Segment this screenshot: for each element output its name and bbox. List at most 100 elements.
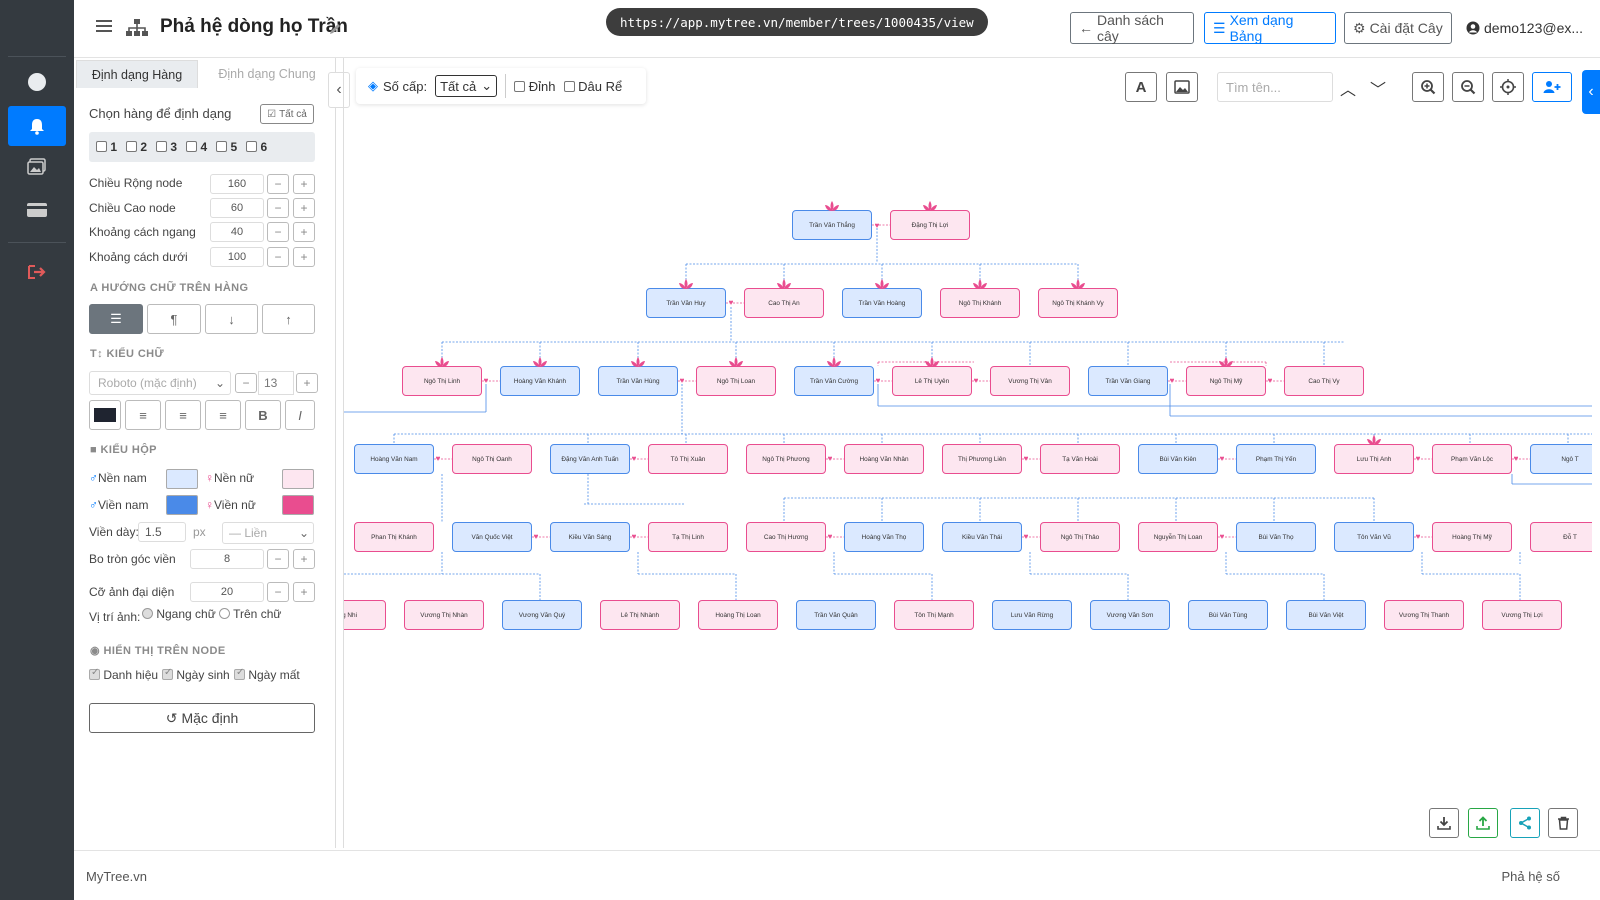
tree-node[interactable]: Đặng Thị Lợi: [890, 210, 970, 240]
tree-node[interactable]: Tạ Văn Hoài: [1040, 444, 1120, 474]
radius-plus[interactable]: +: [293, 549, 315, 569]
tree-node[interactable]: Ngô T: [1530, 444, 1592, 474]
show-title-checkbox[interactable]: Danh hiệu: [89, 667, 158, 682]
bold-button[interactable]: B: [245, 400, 281, 430]
tree-node[interactable]: Cao Thị Hương: [746, 522, 826, 552]
row-checkbox-6[interactable]: 6: [246, 140, 267, 154]
tree-node[interactable]: Bùi Văn Kiên: [1138, 444, 1218, 474]
v-gap-input[interactable]: 100: [210, 247, 264, 267]
tree-node[interactable]: Ngô Thị Linh: [402, 366, 482, 396]
image-position-above-radio[interactable]: Trên chữ: [219, 607, 281, 621]
credit-card-icon[interactable]: [8, 190, 66, 230]
avatar-size-minus[interactable]: −: [267, 582, 289, 602]
tree-node[interactable]: Tạ Thị Linh: [648, 522, 728, 552]
tree-node[interactable]: Hoàng Thị Mỹ: [1432, 522, 1512, 552]
arrow-down-button[interactable]: ↓: [205, 304, 258, 334]
italic-button[interactable]: I: [285, 400, 315, 430]
levels-select[interactable]: Tất cả ⌄: [435, 75, 498, 97]
images-icon[interactable]: [8, 146, 66, 186]
image-position-inline-radio[interactable]: Ngang chữ: [142, 607, 216, 621]
align-right-button[interactable]: ≡: [205, 400, 241, 430]
tree-node[interactable]: Phan Thị Khánh: [354, 522, 434, 552]
tree-node[interactable]: Bùi Văn Tùng: [1188, 600, 1268, 630]
tree-node[interactable]: Phạm Thị Yến: [1236, 444, 1316, 474]
zoom-out-icon[interactable]: [1452, 72, 1484, 102]
tree-node[interactable]: ộng Nhi: [344, 600, 386, 630]
node-height-plus[interactable]: +: [293, 198, 315, 218]
tree-node[interactable]: Văn Quốc Việt: [452, 522, 532, 552]
chevron-up-icon[interactable]: ︿: [1340, 76, 1356, 100]
tree-settings-button[interactable]: ⚙ Cài đặt Cây: [1344, 12, 1452, 44]
node-width-minus[interactable]: −: [267, 174, 289, 194]
show-death-checkbox[interactable]: Ngày mất: [234, 667, 300, 682]
avatar-size-plus[interactable]: +: [293, 582, 315, 602]
in-law-checkbox[interactable]: Dâu Rể: [563, 79, 622, 94]
tree-node[interactable]: Nguyễn Thị Loan: [1138, 522, 1218, 552]
node-height-minus[interactable]: −: [267, 198, 289, 218]
select-all-button[interactable]: ☑ Tất cả: [260, 104, 314, 124]
row-checkbox-2[interactable]: 2: [126, 140, 147, 154]
bell-icon[interactable]: [8, 106, 66, 146]
female-border-swatch[interactable]: [282, 495, 314, 515]
tab-general-format[interactable]: Định dạng Chung: [200, 60, 334, 88]
font-size-input[interactable]: 13: [258, 371, 294, 395]
tree-node[interactable]: Kiều Văn Thái: [942, 522, 1022, 552]
tree-node[interactable]: Vương Văn Quý: [502, 600, 582, 630]
tree-list-button[interactable]: ← Danh sách cây: [1070, 12, 1194, 44]
hamburger-icon[interactable]: [96, 19, 112, 38]
tree-node[interactable]: Vương Thị Vân: [990, 366, 1070, 396]
tree-node[interactable]: Trần Văn Giang: [1088, 366, 1168, 396]
row-checkbox-3[interactable]: 3: [156, 140, 177, 154]
border-width-input[interactable]: 1.5: [138, 522, 186, 542]
tree-node[interactable]: Trần Văn Quân: [796, 600, 876, 630]
tree-node[interactable]: Cao Thị An: [744, 288, 824, 318]
share-icon[interactable]: [1510, 808, 1540, 838]
font-size-plus[interactable]: +: [296, 373, 318, 393]
tree-node[interactable]: Tôn Thị Mạnh: [894, 600, 974, 630]
pencil-icon[interactable]: [328, 22, 342, 41]
tree-node[interactable]: Cao Thị Vy: [1284, 366, 1364, 396]
tree-node[interactable]: Hoàng Thị Loan: [698, 600, 778, 630]
font-family-select[interactable]: Roboto (mặc định) ⌄: [89, 371, 231, 395]
h-gap-plus[interactable]: +: [293, 222, 315, 242]
tree-node[interactable]: Tô Thị Xuân: [648, 444, 728, 474]
tree-node[interactable]: Phạm Văn Lộc: [1432, 444, 1512, 474]
chevron-down-icon[interactable]: ﹀: [1370, 76, 1386, 100]
top-checkbox[interactable]: Đỉnh: [514, 79, 556, 94]
tree-node[interactable]: Vương Thị Lợi: [1482, 600, 1562, 630]
tree-canvas[interactable]: ♥ ♥ ♥ ♥ ♥ ♥ ♥ ♥ ♥ ♥ ♥ ♥ ♥ ♥ ♥ ♥ ♥ ♥ ♥ ♥ ♥ Trần Văn Thắng Đặng…: [344, 104, 1592, 832]
circle-icon[interactable]: [8, 62, 66, 102]
tree-node[interactable]: Đặng Văn Anh Tuấn: [550, 444, 630, 474]
row-checkbox-4[interactable]: 4: [186, 140, 207, 154]
tree-node[interactable]: Lê Thị Uyên: [892, 366, 972, 396]
crosshair-icon[interactable]: [1492, 72, 1524, 102]
tree-node[interactable]: Tôn Văn Vũ: [1334, 522, 1414, 552]
tree-node[interactable]: Vương Thị Thanh: [1384, 600, 1464, 630]
tree-node[interactable]: Hoàng Văn Nam: [354, 444, 434, 474]
node-width-input[interactable]: 160: [210, 174, 264, 194]
tree-node[interactable]: Trần Văn Cường: [794, 366, 874, 396]
tree-node[interactable]: Ngô Thị Mỹ: [1186, 366, 1266, 396]
tree-node[interactable]: Trần Văn Huy: [646, 288, 726, 318]
tree-node[interactable]: Lưu Thị Anh: [1334, 444, 1414, 474]
tree-node[interactable]: Vương Thị Nhàn: [404, 600, 484, 630]
zoom-in-icon[interactable]: [1412, 72, 1444, 102]
collapse-panel-button[interactable]: ‹: [328, 72, 350, 108]
tree-node[interactable]: Trần Văn Hùng: [598, 366, 678, 396]
v-gap-plus[interactable]: +: [293, 247, 315, 267]
male-border-swatch[interactable]: [166, 495, 198, 515]
url-bar[interactable]: https://app.mytree.vn/member/trees/10004…: [606, 8, 988, 36]
tab-row-format[interactable]: Định dạng Hàng: [76, 60, 198, 88]
tree-node[interactable]: Hoàng Văn Nhân: [844, 444, 924, 474]
logout-icon[interactable]: [8, 252, 66, 292]
border-style-select[interactable]: — Liền ⌄: [222, 522, 314, 544]
text-color-button[interactable]: [89, 400, 121, 430]
tree-node[interactable]: Ngô Thị Oanh: [452, 444, 532, 474]
tree-node[interactable]: Bùi Văn Thọ: [1236, 522, 1316, 552]
h-gap-input[interactable]: 40: [210, 222, 264, 242]
tree-node[interactable]: Ngô Thị Khánh: [940, 288, 1020, 318]
tree-node[interactable]: Hoàng Văn Thọ: [844, 522, 924, 552]
male-bg-swatch[interactable]: [166, 469, 198, 489]
female-bg-swatch[interactable]: [282, 469, 314, 489]
add-user-icon[interactable]: [1532, 72, 1572, 102]
